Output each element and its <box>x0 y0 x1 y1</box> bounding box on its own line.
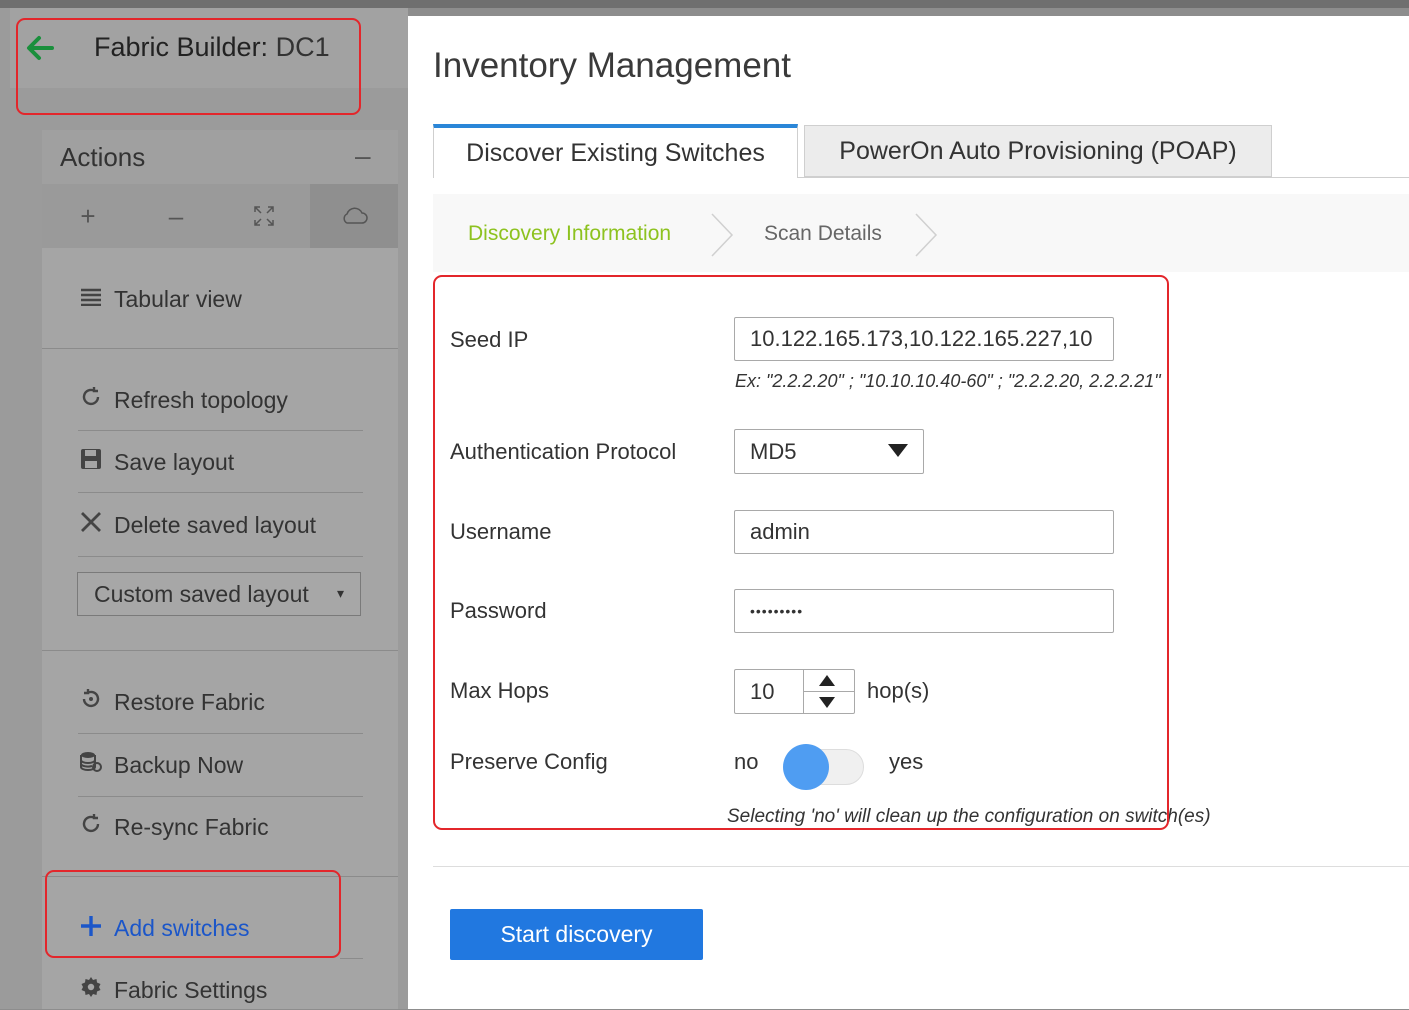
sidebar-item-label: Fabric Settings <box>114 976 268 1003</box>
step-discovery-information[interactable]: Discovery Information <box>468 222 671 246</box>
refresh-icon <box>78 386 104 414</box>
saved-layout-select[interactable]: Custom saved layout ▾ <box>77 572 361 616</box>
chevron-down-icon: ▾ <box>336 585 344 601</box>
sidebar-item-tabular-view[interactable]: Tabular view <box>78 279 242 319</box>
divider <box>42 650 398 651</box>
gear-icon <box>78 976 104 1004</box>
zoom-in-icon[interactable]: + <box>68 200 108 232</box>
actions-title: Actions <box>60 142 146 172</box>
saved-layout-value: Custom saved layout <box>94 580 309 607</box>
tab-poap[interactable]: PowerOn Auto Provisioning (POAP) <box>804 125 1272 177</box>
sidebar-item-fabric-settings[interactable]: Fabric Settings <box>78 970 267 1010</box>
modal-title: Inventory Management <box>433 46 791 85</box>
tab-label: Discover Existing Switches <box>466 138 765 167</box>
save-icon <box>78 448 104 476</box>
cloud-icon[interactable] <box>334 200 374 232</box>
sidebar-item-label: Re-sync Fabric <box>114 813 269 840</box>
divider <box>340 958 363 959</box>
tab-label: PowerOn Auto Provisioning (POAP) <box>839 136 1237 165</box>
sidebar-item-save-layout[interactable]: Save layout <box>78 442 234 482</box>
start-discovery-button[interactable]: Start discovery <box>450 909 703 960</box>
sidebar-item-label: Restore Fabric <box>114 688 265 715</box>
divider <box>78 796 363 797</box>
start-discovery-label: Start discovery <box>500 921 653 947</box>
sidebar-item-delete-saved-layout[interactable]: Delete saved layout <box>78 505 316 545</box>
divider <box>42 348 398 349</box>
close-icon <box>78 511 104 539</box>
list-icon <box>78 286 104 312</box>
zoom-out-icon[interactable]: – <box>156 200 196 232</box>
sidebar-item-resync-fabric[interactable]: Re-sync Fabric <box>78 807 269 847</box>
chevron-right-icon <box>708 212 738 258</box>
sidebar-item-label: Save layout <box>114 448 235 475</box>
highlight-box-add-switches <box>45 870 341 958</box>
tab-discover-existing-switches[interactable]: Discover Existing Switches <box>433 124 798 178</box>
divider <box>78 430 363 431</box>
sidebar-item-label: Backup Now <box>114 751 244 778</box>
sidebar-item-label: Tabular view <box>114 285 242 312</box>
fit-screen-icon[interactable] <box>244 200 284 232</box>
sidebar-item-refresh-topology[interactable]: Refresh topology <box>78 380 288 420</box>
divider <box>78 733 363 734</box>
divider <box>433 866 1409 867</box>
refresh-icon <box>78 813 104 841</box>
database-icon <box>78 751 104 779</box>
sidebar-item-restore-fabric[interactable]: Restore Fabric <box>78 682 265 722</box>
highlight-box-title <box>16 18 361 115</box>
divider <box>78 556 363 557</box>
divider <box>78 492 363 493</box>
top-strip <box>0 0 1409 8</box>
chevron-right-icon <box>912 212 942 258</box>
collapse-icon[interactable]: – <box>355 140 371 172</box>
sidebar-item-label: Delete saved layout <box>114 511 317 538</box>
sidebar-item-backup-now[interactable]: Backup Now <box>78 745 243 785</box>
restore-icon <box>78 688 104 716</box>
sidebar-item-label: Refresh topology <box>114 386 288 413</box>
highlight-box-form <box>433 275 1169 830</box>
step-scan-details[interactable]: Scan Details <box>764 222 882 246</box>
